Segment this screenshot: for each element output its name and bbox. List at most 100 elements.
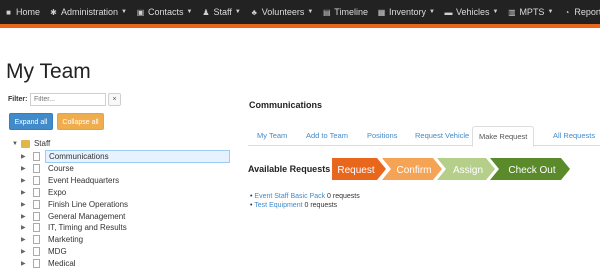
nav-contacts[interactable]: ▣ Contacts ▼: [136, 7, 193, 17]
tree-item-label: Marketing: [48, 235, 84, 245]
collapse-triangle-icon[interactable]: ▶: [21, 224, 30, 231]
request-workflow-steps: Request Confirm Assign Check Out: [332, 158, 570, 180]
navbar-items: ■ Home ✱ Administration ▼ ▣ Contacts ▼ ♟ Staff ▼ ♣ V…: [0, 0, 600, 24]
filter-clear-button[interactable]: ×: [108, 93, 121, 106]
mpts-icon: ▥: [508, 7, 516, 17]
nav-mpts[interactable]: ▥ MPTS ▼: [507, 7, 553, 17]
tree-item[interactable]: ▶ Finish Line Operations: [21, 199, 131, 210]
nav-label: Timeline: [334, 7, 368, 17]
caret-down-icon: ▼: [547, 9, 554, 15]
tree-root-label: Staff: [33, 139, 51, 148]
top-navbar: ■ Home ✱ Administration ▼ ▣ Contacts ▼ ♟ Staff ▼ ♣ V…: [0, 0, 600, 28]
collapse-triangle-icon[interactable]: ▶: [21, 201, 30, 208]
home-icon: ■: [6, 7, 11, 17]
nav-label: MPTS: [519, 7, 545, 17]
request-list: • Event Staff Basic Pack 0 requests • Tes…: [250, 193, 360, 211]
nav-administration[interactable]: ✱ Administration ▼: [49, 7, 127, 17]
tab-my-team[interactable]: My Team: [257, 126, 287, 146]
nav-label: Contacts: [148, 7, 184, 17]
document-icon: [33, 223, 40, 233]
tab-make-request[interactable]: Make Request: [472, 126, 535, 147]
tree-item[interactable]: ▶ Course: [21, 163, 77, 174]
collapse-triangle-icon[interactable]: ▶: [21, 213, 30, 220]
request-count: 0 requests: [327, 193, 360, 200]
tree-item[interactable]: ▶ Event Headquarters: [21, 175, 122, 186]
nav-vehicles[interactable]: ▬ Vehicles ▼: [444, 7, 498, 17]
request-count: 0 requests: [304, 202, 338, 209]
caret-down-icon: ▼: [234, 9, 241, 15]
tree-item-label: Medical: [48, 259, 76, 269]
document-icon: [33, 199, 40, 209]
gear-icon: ✱: [50, 7, 57, 17]
nav-home[interactable]: ■ Home: [4, 7, 40, 17]
tree-item-label: Communications: [45, 150, 230, 163]
document-icon: [33, 235, 40, 245]
inventory-icon: ▦: [377, 7, 386, 17]
filter-input[interactable]: [30, 93, 106, 106]
document-icon: [33, 259, 40, 269]
nav-label: Staff: [213, 7, 232, 17]
document-icon: [33, 163, 40, 173]
tree-item-label: Event Headquarters: [48, 175, 120, 185]
tree-item-label: Course: [48, 163, 74, 173]
tree-item[interactable]: ▶ Medical: [21, 258, 79, 269]
nav-timeline[interactable]: ▤ Timeline: [322, 7, 368, 17]
tree-item[interactable]: ▶ General Management: [21, 211, 128, 222]
nav-reporting[interactable]: ◔Reporting▼: [562, 7, 600, 17]
request-link[interactable]: Event Staff Basic Pack: [254, 193, 325, 200]
nav-label: Volunteers: [261, 7, 305, 17]
tree-item[interactable]: ▶ Communications: [21, 150, 230, 163]
document-icon: [33, 211, 40, 221]
caret-down-icon: ▼: [492, 9, 499, 15]
volunteers-icon: ♣: [251, 7, 257, 17]
collapse-triangle-icon[interactable]: ▶: [21, 153, 30, 160]
step-label: Request: [337, 165, 374, 176]
tab-all-requests[interactable]: All Requests: [553, 126, 595, 146]
reporting-icon: ◔: [564, 7, 570, 17]
document-icon: [33, 247, 40, 257]
tree-item[interactable]: ▶ Expo: [21, 187, 69, 198]
nav-inventory[interactable]: ▦ Inventory ▼: [377, 7, 435, 17]
caret-down-icon: ▼: [307, 9, 314, 15]
available-requests-label: Available Requests: [248, 164, 331, 174]
panel-title: Communications: [249, 100, 323, 110]
tab-positions[interactable]: Positions: [367, 126, 397, 146]
expand-triangle-icon[interactable]: ▼: [12, 141, 18, 147]
tree-item[interactable]: ▶ MDG: [21, 246, 70, 257]
nav-volunteers[interactable]: ♣ Volunteers ▼: [250, 7, 314, 17]
collapse-triangle-icon[interactable]: ▶: [21, 260, 30, 267]
nav-label: Home: [16, 7, 41, 17]
collapse-triangle-icon[interactable]: ▶: [21, 165, 30, 172]
timeline-icon: ▤: [323, 7, 331, 17]
tab-add-to-team[interactable]: Add to Team: [306, 126, 348, 146]
tree-item[interactable]: ▶ Marketing: [21, 234, 86, 245]
step-label: Check Out: [508, 165, 555, 176]
step-label: Assign: [453, 165, 483, 176]
collapse-triangle-icon[interactable]: ▶: [21, 177, 30, 184]
tab-request-vehicle[interactable]: Request Vehicle: [415, 126, 469, 146]
tree-item[interactable]: ▶ IT, Timing and Results: [21, 222, 130, 233]
nav-label: Administration: [61, 7, 119, 17]
page-title: My Team: [6, 60, 91, 83]
step-label: Confirm: [396, 165, 431, 176]
request-link[interactable]: Test Equipment: [254, 202, 302, 209]
folder-icon: [20, 139, 30, 148]
tree-item-label: IT, Timing and Results: [48, 223, 127, 233]
collapse-triangle-icon[interactable]: ▶: [21, 189, 30, 196]
vehicles-icon: ▬: [444, 7, 453, 17]
contacts-icon: ▣: [136, 7, 145, 17]
tree-root-staff[interactable]: ▼ Staff: [12, 139, 50, 148]
nav-label: Vehicles: [455, 7, 490, 17]
list-item: • Event Staff Basic Pack 0 requests: [250, 193, 360, 200]
collapse-triangle-icon[interactable]: ▶: [21, 236, 30, 243]
tree-item-label: Expo: [48, 187, 67, 197]
expand-all-button[interactable]: Expand all: [9, 113, 53, 130]
nav-staff[interactable]: ♟ Staff ▼: [201, 7, 240, 17]
caret-down-icon: ▼: [429, 9, 435, 15]
tab-bar: My Team Add to Team Positions Request Vehic…: [248, 126, 600, 147]
caret-down-icon: ▼: [121, 9, 127, 15]
collapse-triangle-icon[interactable]: ▶: [21, 248, 30, 255]
nav-label: Reporting: [574, 7, 600, 17]
tree-item-label: Finish Line Operations: [48, 199, 129, 209]
collapse-all-button[interactable]: Collapse all: [57, 113, 104, 130]
